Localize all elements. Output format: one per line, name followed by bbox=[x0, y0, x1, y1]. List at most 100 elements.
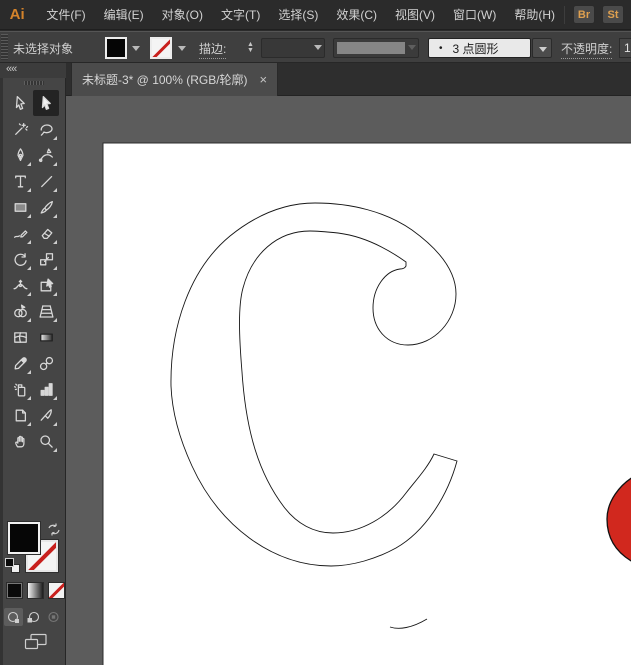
app-badges: Br St bbox=[573, 5, 631, 24]
blend-icon bbox=[38, 355, 55, 372]
stepper-down-icon[interactable]: ▼ bbox=[247, 48, 254, 54]
document-tab-bar: 未标题-3* @ 100% (RGB/轮廓) × bbox=[66, 63, 631, 96]
canvas-viewport[interactable] bbox=[66, 96, 631, 665]
draw-normal-button[interactable] bbox=[4, 608, 23, 626]
column-graph-tool-button[interactable] bbox=[33, 376, 59, 402]
eraser-tool-button[interactable] bbox=[33, 220, 59, 246]
menubar-item[interactable]: 文字(T) bbox=[212, 0, 269, 29]
tools-panel: «« bbox=[0, 63, 66, 665]
menu-items: 文件(F)编辑(E)对象(O)文字(T)选择(S)效果(C)视图(V)窗口(W)… bbox=[37, 0, 564, 29]
menubar-item[interactable]: 帮助(H) bbox=[505, 0, 564, 29]
lasso-icon bbox=[38, 121, 55, 138]
swap-fill-stroke-icon[interactable] bbox=[47, 523, 61, 536]
brush-dot-preview-icon: • bbox=[439, 43, 443, 54]
direct-selection-icon bbox=[38, 95, 55, 112]
magic-wand-icon bbox=[12, 121, 29, 138]
shape-builder-tool-button[interactable] bbox=[7, 298, 33, 324]
panel-grip[interactable] bbox=[24, 81, 44, 85]
control-bar-grip[interactable] bbox=[1, 34, 8, 60]
opacity-label[interactable]: 不透明度: bbox=[561, 40, 612, 59]
lasso-tool-button[interactable] bbox=[33, 116, 59, 142]
magic-wand-tool-button[interactable] bbox=[7, 116, 33, 142]
scale-icon bbox=[38, 251, 55, 268]
artboard-tool-button[interactable] bbox=[7, 402, 33, 428]
pen-icon bbox=[12, 147, 29, 164]
menubar-item[interactable]: 效果(C) bbox=[327, 0, 386, 29]
width-tool-button[interactable] bbox=[7, 272, 33, 298]
drawing-mode-buttons bbox=[0, 608, 66, 628]
menubar-item[interactable]: 选择(S) bbox=[269, 0, 327, 29]
artboard bbox=[103, 143, 631, 665]
stroke-weight-label[interactable]: 描边: bbox=[199, 40, 226, 59]
slice-tool-button[interactable] bbox=[33, 402, 59, 428]
hand-tool-button[interactable] bbox=[7, 428, 33, 454]
opacity-input[interactable]: 10 bbox=[619, 38, 631, 58]
hand-icon bbox=[12, 433, 29, 450]
menubar-item[interactable]: 视图(V) bbox=[386, 0, 444, 29]
gradient-button[interactable] bbox=[27, 582, 44, 599]
type-tool-button[interactable] bbox=[7, 168, 33, 194]
scale-tool-button[interactable] bbox=[33, 246, 59, 272]
curvature-tool-button[interactable] bbox=[33, 142, 59, 168]
none-color-icon bbox=[151, 37, 172, 59]
mesh-tool-button[interactable] bbox=[7, 324, 33, 350]
menubar-item[interactable]: 文件(F) bbox=[37, 0, 94, 29]
line-segment-tool-button[interactable] bbox=[33, 168, 59, 194]
direct-selection-tool-button[interactable] bbox=[33, 90, 59, 116]
app-badge-br[interactable]: Br bbox=[573, 5, 595, 24]
stroke-color-dropdown-icon[interactable] bbox=[176, 43, 188, 53]
symbol-sprayer-icon bbox=[12, 381, 29, 398]
document-title: 未标题-3* @ 100% (RGB/轮廓) bbox=[82, 71, 248, 88]
color-button[interactable] bbox=[6, 582, 23, 599]
symbol-sprayer-tool-button[interactable] bbox=[7, 376, 33, 402]
artboard-icon bbox=[12, 407, 29, 424]
brush-definition-combo[interactable]: • 3 点圆形 bbox=[428, 38, 531, 58]
brush-dropdown-button[interactable] bbox=[532, 38, 552, 58]
none-button[interactable] bbox=[48, 582, 65, 599]
selection-icon bbox=[12, 95, 29, 112]
fill-color-dropdown-icon[interactable] bbox=[130, 43, 142, 53]
perspective-grid-icon bbox=[38, 303, 55, 320]
width-icon bbox=[12, 277, 29, 294]
paintbrush-tool-button[interactable] bbox=[33, 194, 59, 220]
fill-color-swatch[interactable] bbox=[105, 37, 127, 59]
app-badge-st[interactable]: St bbox=[602, 5, 624, 24]
gradient-icon bbox=[38, 329, 55, 346]
none-color-icon bbox=[48, 582, 65, 599]
menubar-item[interactable]: 编辑(E) bbox=[95, 0, 153, 29]
free-transform-tool-button[interactable] bbox=[33, 272, 59, 298]
shaper-tool-button[interactable] bbox=[7, 220, 33, 246]
shape-builder-icon bbox=[12, 303, 29, 320]
default-fill-stroke-icon[interactable] bbox=[5, 558, 20, 573]
draw-behind-button[interactable] bbox=[24, 608, 43, 626]
chevron-down-icon bbox=[408, 45, 416, 50]
stroke-weight-combo[interactable] bbox=[261, 38, 325, 58]
document-tab[interactable]: 未标题-3* @ 100% (RGB/轮廓) × bbox=[71, 63, 278, 96]
close-tab-icon[interactable]: × bbox=[260, 72, 268, 87]
gradient-tool-button[interactable] bbox=[33, 324, 59, 350]
pen-tool-button[interactable] bbox=[7, 142, 33, 168]
rectangle-icon bbox=[12, 199, 29, 216]
rotate-tool-button[interactable] bbox=[7, 246, 33, 272]
selection-tool-button[interactable] bbox=[7, 90, 33, 116]
brush-name-value: 3 点圆形 bbox=[453, 40, 499, 57]
stroke-weight-stepper[interactable]: ▲ ▼ bbox=[243, 38, 258, 58]
type-icon bbox=[12, 173, 29, 190]
change-screen-mode-button[interactable] bbox=[24, 633, 48, 651]
draw-inside-button[interactable] bbox=[44, 608, 63, 626]
rotate-icon bbox=[12, 251, 29, 268]
eyedropper-tool-button[interactable] bbox=[7, 350, 33, 376]
collapse-panel-button[interactable]: «« bbox=[0, 63, 66, 78]
rectangle-tool-button[interactable] bbox=[7, 194, 33, 220]
mesh-icon bbox=[12, 329, 29, 346]
zoom-tool-button[interactable] bbox=[33, 428, 59, 454]
control-bar: 未选择对象 描边: ▲ ▼ • 3 点圆形 不透明度: 10 bbox=[0, 31, 631, 63]
illustrator-logo-icon[interactable]: Ai bbox=[7, 4, 27, 26]
stroke-color-swatch[interactable] bbox=[150, 37, 172, 59]
menubar-item[interactable]: 对象(O) bbox=[153, 0, 212, 29]
fill-indicator-black[interactable] bbox=[8, 522, 40, 554]
menubar-item[interactable]: 窗口(W) bbox=[444, 0, 505, 29]
selection-status-label: 未选择对象 bbox=[13, 40, 73, 57]
perspective-grid-tool-button[interactable] bbox=[33, 298, 59, 324]
blend-tool-button[interactable] bbox=[33, 350, 59, 376]
